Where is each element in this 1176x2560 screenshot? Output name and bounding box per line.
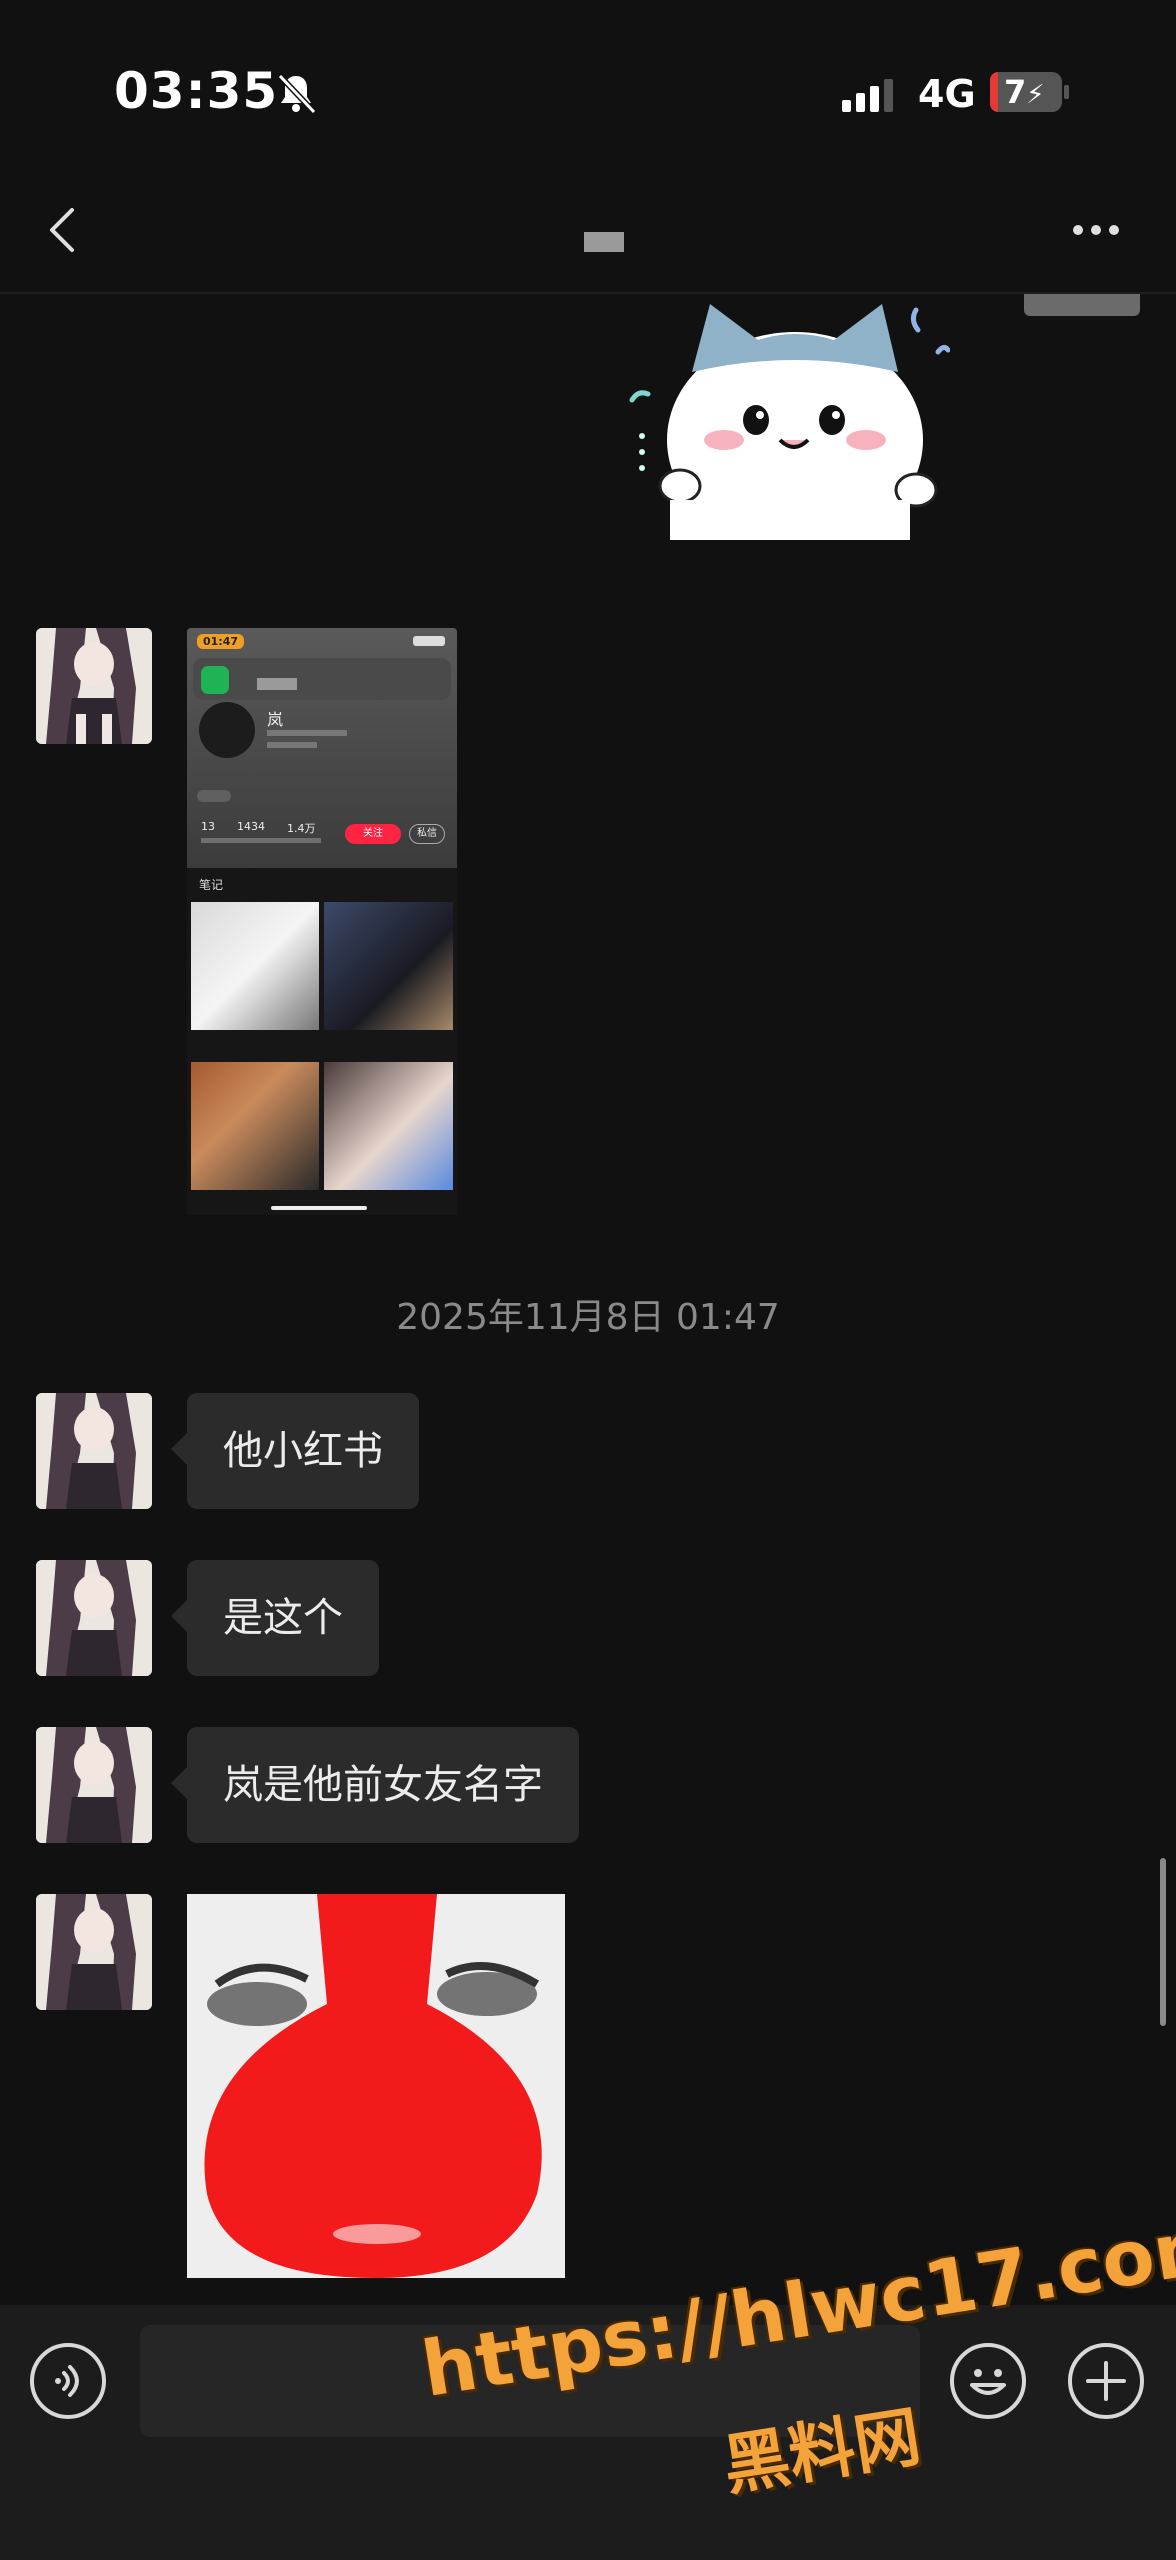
chevron-left-icon (50, 208, 74, 252)
avatar-image (36, 1727, 152, 1843)
plus-icon (1086, 2361, 1126, 2401)
screenshot-chat-button: 私信 (409, 824, 445, 844)
avatar-image (36, 628, 152, 744)
screenshot-grid-image (191, 902, 319, 1030)
wechat-icon (201, 666, 229, 694)
screenshot-time: 01:47 (197, 634, 245, 649)
screenshot-notes-tab: 笔记 (199, 878, 224, 892)
screenshot-grid-image (324, 1062, 453, 1190)
avatar-image (36, 1894, 152, 2010)
emoji-button[interactable] (950, 2343, 1026, 2419)
more-button[interactable] (1068, 218, 1128, 242)
status-time: 03:35 (114, 62, 279, 120)
screenshot-grid-image (191, 1062, 319, 1190)
battery-icon: 7⚡ (990, 72, 1070, 114)
screenshot-stats: 13 1434 1.4万 (201, 820, 316, 835)
avatar[interactable] (36, 1894, 152, 2010)
message-bubble[interactable]: 岚是他前女友名字 (171, 1727, 579, 1843)
emoji-icon (970, 2369, 1006, 2395)
message-bubble[interactable]: 他小红书 (171, 1393, 419, 1509)
chat-title-redacted (584, 232, 624, 252)
avatar[interactable] (36, 628, 152, 744)
message-text: 他小红书 (223, 1428, 383, 1474)
nav-divider (0, 292, 1176, 294)
back-button[interactable] (40, 200, 90, 260)
meme-image-message[interactable] (187, 1894, 565, 2278)
more-icon (1073, 225, 1119, 235)
network-type: 4G (918, 72, 976, 116)
message-bubble[interactable]: 是这个 (171, 1560, 379, 1676)
message-text: 岚是他前女友名字 (223, 1762, 543, 1808)
avatar-image (36, 1560, 152, 1676)
avatar[interactable] (36, 1727, 152, 1843)
battery-level: 7⚡ (1004, 73, 1045, 111)
screenshot-profile-name: 岚 (267, 710, 284, 729)
voice-icon (55, 2365, 79, 2397)
more-actions-button[interactable] (1068, 2343, 1144, 2419)
shared-screenshot-image[interactable]: 01:47 岚 13 1434 1.4万 关注 私信 笔记 (187, 628, 457, 1215)
partial-image-message[interactable] (1024, 294, 1140, 316)
scrollbar[interactable] (1160, 1858, 1166, 2026)
screenshot-profile-avatar (199, 702, 255, 758)
screenshot-home-indicator (271, 1206, 367, 1210)
cat-sticker[interactable] (620, 290, 951, 548)
screenshot-status-icons (413, 636, 445, 646)
message-timestamp: 2025年11月8日 01:47 (396, 1297, 780, 1338)
voice-button[interactable] (30, 2343, 106, 2419)
silent-bell-icon (272, 70, 320, 118)
message-text: 是这个 (223, 1595, 343, 1641)
avatar[interactable] (36, 1393, 152, 1509)
avatar-image (36, 1393, 152, 1509)
signal-icon (842, 78, 902, 118)
screenshot-follow-button: 关注 (345, 824, 401, 844)
avatar[interactable] (36, 1560, 152, 1676)
screenshot-notification (193, 658, 451, 700)
screenshot-grid-image (324, 902, 453, 1030)
